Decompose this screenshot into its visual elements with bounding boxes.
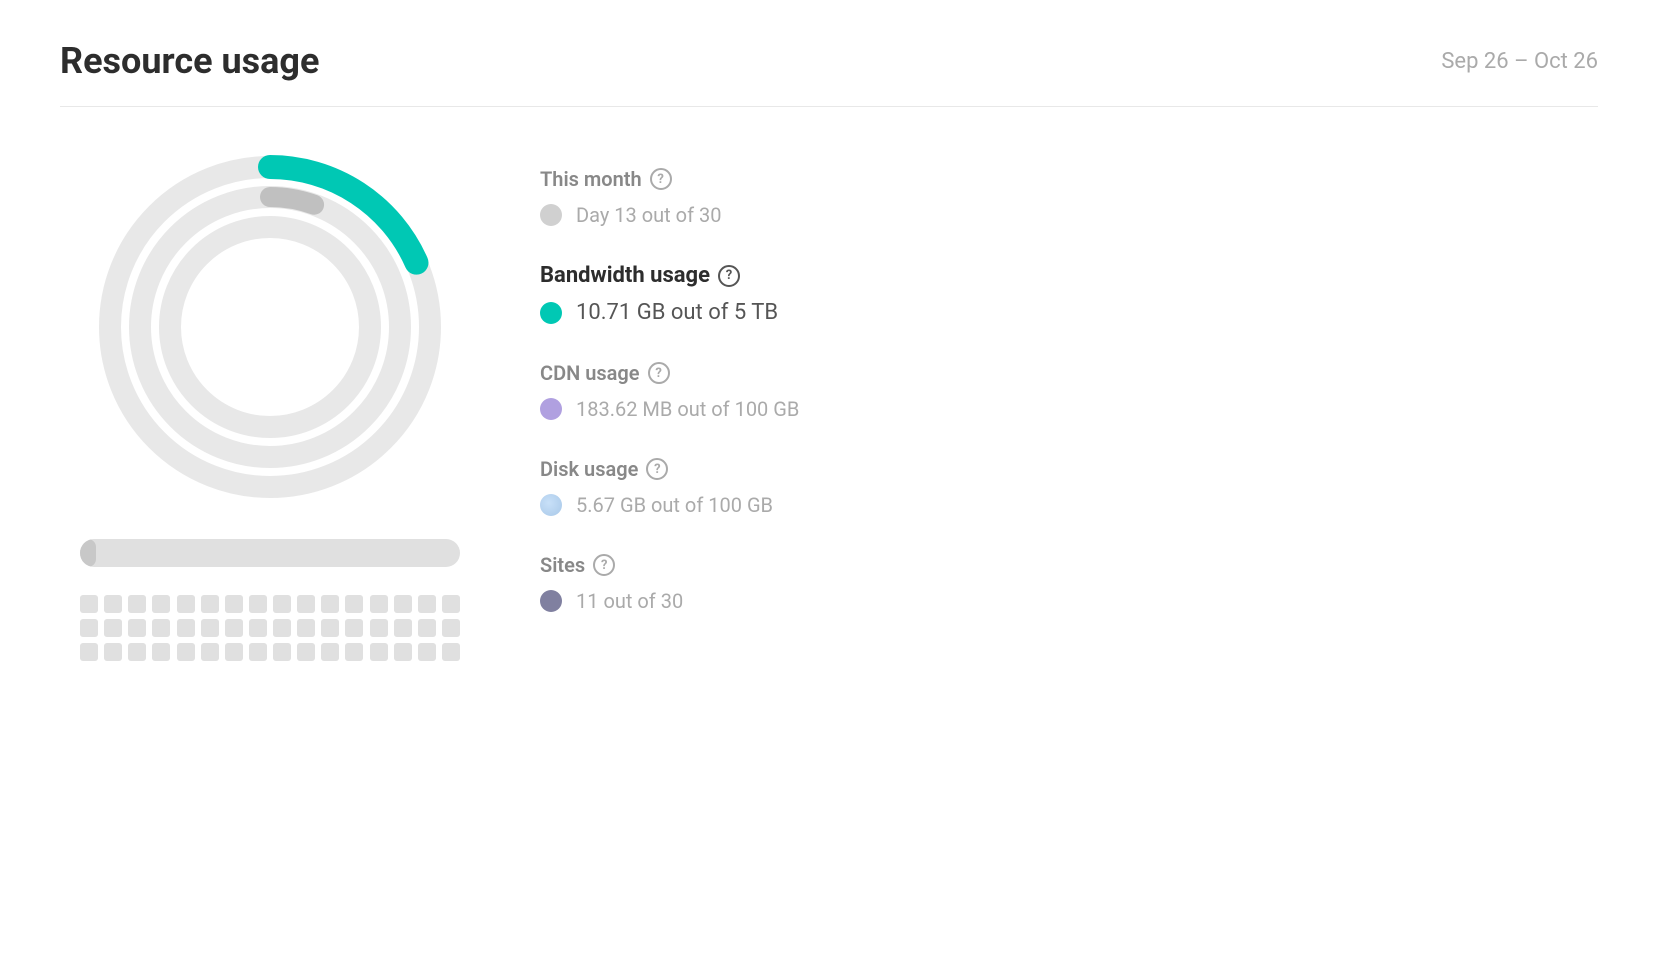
skeleton-dot [128,643,146,661]
skeleton-dot [345,595,363,613]
skeleton-dot [225,619,243,637]
skeleton-dot [104,619,122,637]
skeleton-dot [104,643,122,661]
disk-help-icon[interactable]: ? [646,458,668,480]
bandwidth-dot [540,302,562,324]
skeleton-dot [152,643,170,661]
this-month-value-row: Day 13 out of 30 [540,203,1598,227]
cdn-value-row: 183.62 MB out of 100 GB [540,397,1598,421]
donut-svg [90,147,450,507]
skeleton-grid [80,595,460,661]
skeleton-dot [177,643,195,661]
disk-section: Disk usage ? 5.67 GB out of 100 GB [540,457,1598,517]
skeleton-dot [177,595,195,613]
skeleton-dot [201,619,219,637]
skeleton-dot [297,643,315,661]
cdn-section: CDN usage ? 183.62 MB out of 100 GB [540,361,1598,421]
bandwidth-section: Bandwidth usage ? 10.71 GB out of 5 TB [540,263,1598,325]
skeleton-dot [394,619,412,637]
skeleton-dot [80,643,98,661]
progress-bar-skeleton [80,539,460,567]
skeleton-dot [394,643,412,661]
skeleton-dot [321,619,339,637]
sites-section: Sites ? 11 out of 30 [540,553,1598,613]
skeleton-dot [104,595,122,613]
page-title: Resource usage [60,40,319,82]
disk-dot [540,494,562,516]
skeleton-dot [442,643,460,661]
skeleton-dot [370,619,388,637]
disk-value-row: 5.67 GB out of 100 GB [540,493,1598,517]
ring-inner-bg [170,227,370,427]
this-month-section: This month ? Day 13 out of 30 [540,167,1598,227]
this-month-dot [540,204,562,226]
skeleton-dot [249,643,267,661]
bandwidth-value: 10.71 GB out of 5 TB [576,300,778,325]
sites-value: 11 out of 30 [576,589,683,613]
stats-panel: This month ? Day 13 out of 30 Bandwidth … [540,147,1598,649]
sites-help-icon[interactable]: ? [593,554,615,576]
skeleton-dot [394,595,412,613]
skeleton-dot [201,595,219,613]
progress-bar-fill [80,539,96,567]
bandwidth-help-icon[interactable]: ? [718,265,740,287]
skeleton-dot [418,619,436,637]
cdn-help-icon[interactable]: ? [648,362,670,384]
skeleton-dot [201,643,219,661]
skeleton-dot [321,643,339,661]
skeleton-dot [321,595,339,613]
skeleton-dot [249,619,267,637]
sites-dot [540,590,562,612]
skeleton-dot [273,595,291,613]
sites-value-row: 11 out of 30 [540,589,1598,613]
donut-chart [90,147,450,507]
cdn-dot [540,398,562,420]
this-month-help-icon[interactable]: ? [650,168,672,190]
skeleton-dot [273,643,291,661]
page-container: Resource usage Sep 26 – Oct 26 [0,0,1658,701]
skeleton-dot [418,643,436,661]
skeleton-dot [297,595,315,613]
skeleton-dot [80,619,98,637]
skeleton-dot [442,619,460,637]
cdn-value: 183.62 MB out of 100 GB [576,397,799,421]
skeleton-dot [418,595,436,613]
skeleton-dot [370,643,388,661]
disk-title: Disk usage ? [540,457,1598,481]
sites-title: Sites ? [540,553,1598,577]
this-month-title: This month ? [540,167,1598,191]
skeleton-dot [152,595,170,613]
skeleton-dot [442,595,460,613]
skeleton-dot [152,619,170,637]
this-month-value: Day 13 out of 30 [576,203,721,227]
skeleton-dot [345,619,363,637]
skeleton-dot [297,619,315,637]
cdn-title: CDN usage ? [540,361,1598,385]
main-content: This month ? Day 13 out of 30 Bandwidth … [60,147,1598,661]
disk-value: 5.67 GB out of 100 GB [576,493,773,517]
skeleton-dot [177,619,195,637]
date-range: Sep 26 – Oct 26 [1441,49,1598,74]
skeleton-dot [225,595,243,613]
skeleton-dot [273,619,291,637]
skeleton-dot [345,643,363,661]
skeleton-dot [80,595,98,613]
skeleton-dot [128,619,146,637]
skeleton-dot [225,643,243,661]
bandwidth-value-row: 10.71 GB out of 5 TB [540,300,1598,325]
bandwidth-title: Bandwidth usage ? [540,263,1598,288]
chart-area [60,147,480,661]
page-header: Resource usage Sep 26 – Oct 26 [60,40,1598,107]
skeleton-dot [370,595,388,613]
skeleton-dot [128,595,146,613]
skeleton-dot [249,595,267,613]
